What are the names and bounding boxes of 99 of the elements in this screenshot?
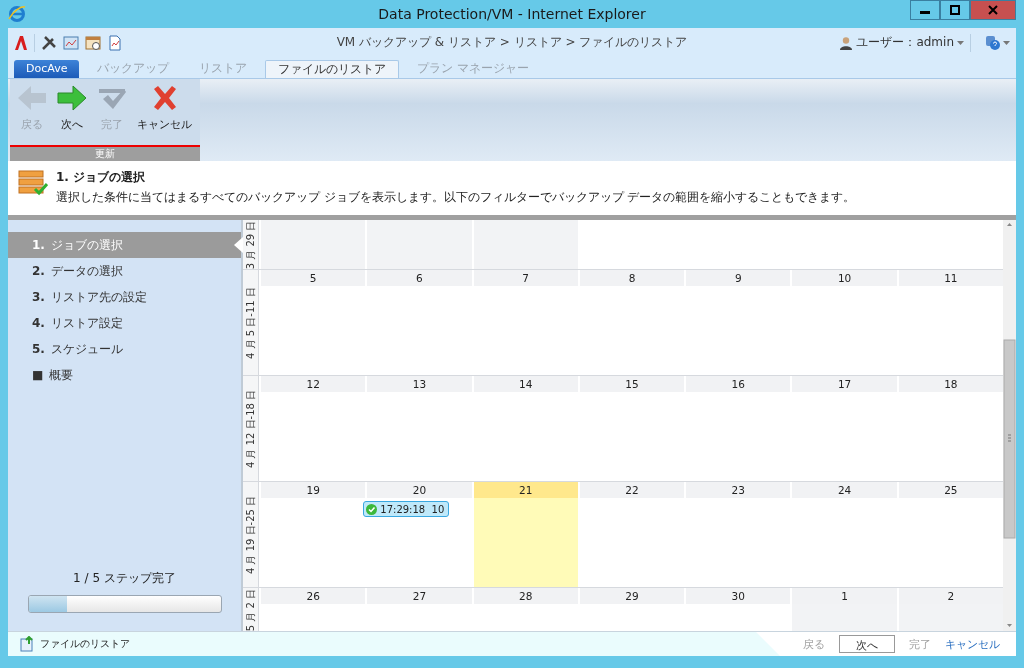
calendar-day[interactable]: 24 <box>790 482 897 588</box>
day-number: 8 <box>579 270 685 287</box>
footer-button[interactable]: キャンセル <box>945 634 1000 654</box>
day-number: 25 <box>898 482 1003 499</box>
calendar-day[interactable]: 5 <box>259 270 366 376</box>
window-clock-icon[interactable] <box>85 34 101 51</box>
day-number: 12 <box>261 376 366 393</box>
calendar-day[interactable]: 11 <box>896 270 1003 376</box>
week-label: 4 月 12 日-18 日 <box>244 389 257 468</box>
breadcrumb: VM バックアップ & リストア > リストア > ファイルのリストア <box>336 35 688 50</box>
day-number: 22 <box>579 482 685 499</box>
wizard-step[interactable]: 3. リストア先の設定 <box>8 284 241 311</box>
success-check-icon <box>366 503 378 515</box>
chart-icon[interactable] <box>63 34 79 51</box>
day-number: 19 <box>261 482 366 499</box>
calendar-day[interactable]: 15 <box>577 376 685 482</box>
day-number: 15 <box>579 376 685 393</box>
backup-job-event[interactable]: 17:29:18 10 <box>363 501 450 518</box>
caret-icon <box>957 40 964 45</box>
calendar-day[interactable]: 2 <box>896 588 1003 632</box>
day-number: 26 <box>261 588 366 605</box>
document-upload-icon <box>20 636 34 653</box>
day-number: 9 <box>686 270 791 287</box>
calendar-day[interactable]: 8 <box>577 270 685 376</box>
day-number: 20 <box>367 482 472 499</box>
week-label: 4 月 19 日-25 日 <box>244 495 257 574</box>
day-number: 23 <box>686 482 791 499</box>
wizard-step[interactable]: ■ 概要 <box>8 362 241 389</box>
calendar-day[interactable]: 28 <box>471 588 578 632</box>
calendar-day[interactable]: 23 <box>684 482 791 588</box>
week-label: 4 月 5 日-11 日 <box>244 287 257 359</box>
progress-label: 1 / 5 ステップ完了 <box>73 570 176 588</box>
user-menu[interactable]: ユーザー：admin <box>856 34 954 52</box>
calendar-day[interactable]: 19 <box>259 482 366 588</box>
left-arrow-icon <box>17 84 47 111</box>
minimize-button[interactable] <box>910 0 940 20</box>
job-list-icon <box>18 168 48 197</box>
day-number: 7 <box>473 270 578 287</box>
wizard-step[interactable]: 5. スケジュール <box>8 336 241 363</box>
day-number: 21 <box>473 482 578 499</box>
calendar-day[interactable]: 22 <box>577 482 685 588</box>
calendar-day[interactable]: 6 <box>365 270 472 376</box>
browser-logo-icon <box>8 5 26 23</box>
day-number: 28 <box>473 588 578 605</box>
wizard-step[interactable]: 2. データの選択 <box>8 258 241 285</box>
window-title: Data Protection/VM - Internet Explorer <box>378 6 646 22</box>
day-number: 24 <box>792 482 897 499</box>
wizard-step[interactable]: 4. リストア設定 <box>8 310 241 337</box>
day-number: 17 <box>792 376 897 393</box>
report-icon[interactable] <box>107 34 123 51</box>
calendar-day[interactable]: 30 <box>684 588 791 632</box>
footer-title: ファイルのリストア <box>40 637 130 652</box>
right-arrow-icon <box>57 84 87 111</box>
tab[interactable]: DocAve <box>14 59 80 78</box>
caret-icon <box>1003 40 1010 45</box>
tab[interactable]: ファイルのリストア <box>265 59 400 78</box>
calendar-day[interactable]: 17 <box>790 376 897 482</box>
calendar-day[interactable]: 1 <box>790 588 897 632</box>
day-number: 13 <box>367 376 472 393</box>
day-number: 5 <box>261 270 366 287</box>
day-number: 14 <box>473 376 578 393</box>
day-number: 30 <box>686 588 791 605</box>
maximize-button[interactable] <box>940 0 970 20</box>
calendar-day[interactable]: 16 <box>684 376 791 482</box>
footer-button[interactable]: 次へ <box>839 635 895 654</box>
close-button[interactable] <box>970 0 1016 20</box>
maximize-icon <box>950 5 960 15</box>
day-number: 11 <box>898 270 1003 287</box>
day-number: 18 <box>898 376 1003 393</box>
calendar-day[interactable]: 12 <box>259 376 366 482</box>
ribbon-button[interactable]: 次へ <box>54 82 90 145</box>
calendar-day[interactable]: 7 <box>471 270 578 376</box>
day-number: 10 <box>792 270 897 287</box>
week-label: 3 月 29 日 <box>244 220 257 270</box>
ribbon-group-label: 更新 <box>10 144 200 161</box>
calendar-day[interactable]: 10 <box>790 270 897 376</box>
day-number: 6 <box>367 270 472 287</box>
step-description: 選択した条件に当てはまるすべてのバックアップ ジョブを表示します。以下のフィルターでバックアップ データの範囲を縮小することもできます。 <box>56 189 856 205</box>
day-number: 29 <box>579 588 685 605</box>
day-number: 27 <box>367 588 472 605</box>
calendar-day[interactable]: 29 <box>577 588 685 632</box>
help-icon[interactable] <box>985 34 1001 51</box>
ribbon-button[interactable]: キャンセル <box>134 82 195 145</box>
calendar-day[interactable]: 18 <box>896 376 1003 482</box>
calendar-day[interactable]: 13 <box>365 376 472 482</box>
step-title: 1. ジョブの選択 <box>56 168 147 186</box>
close-icon <box>988 5 998 15</box>
calendar-day[interactable]: 21 <box>471 482 578 588</box>
calendar-day[interactable]: 27 <box>365 588 472 632</box>
calendar-day[interactable]: 20 17:29:18 10 <box>365 482 472 588</box>
calendar-day[interactable]: 25 <box>896 482 1003 588</box>
week-label: 5 月 2 日 <box>244 589 257 632</box>
calendar-day[interactable]: 9 <box>684 270 791 376</box>
calendar-day[interactable]: 26 <box>259 588 366 632</box>
logo-icon[interactable] <box>14 34 28 51</box>
day-number: 16 <box>686 376 791 393</box>
tools-icon[interactable] <box>41 34 57 51</box>
user-icon <box>839 35 854 50</box>
calendar-day[interactable]: 14 <box>471 376 578 482</box>
